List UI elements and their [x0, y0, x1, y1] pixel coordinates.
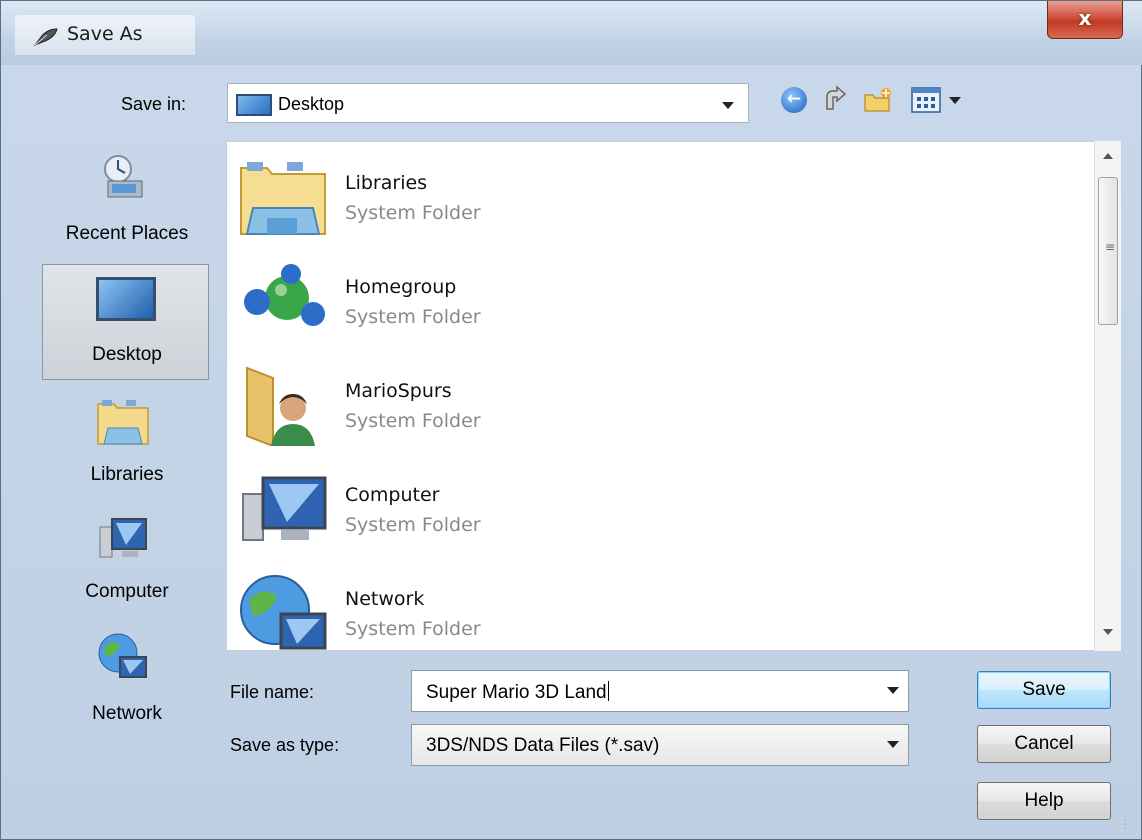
up-folder-icon[interactable]	[821, 83, 851, 113]
new-folder-icon[interactable]	[863, 85, 893, 115]
save-in-label: Save in:	[121, 94, 187, 114]
file-name-value: Super Mario 3D Land	[426, 681, 609, 704]
feather-icon	[33, 28, 58, 47]
place-label: Computer	[85, 581, 169, 602]
place-computer[interactable]: Computer	[42, 513, 209, 613]
network-icon	[240, 575, 327, 650]
views-dropdown-icon[interactable]	[949, 97, 961, 104]
scroll-down-icon[interactable]	[1103, 629, 1113, 635]
scroll-thumb[interactable]: ≡	[1098, 177, 1118, 325]
item-type: System Folder	[345, 514, 481, 536]
desktop-icon	[236, 94, 272, 116]
list-item[interactable]: Network System Folder	[227, 562, 1087, 650]
grip-icon: ≡	[1105, 240, 1116, 254]
place-label: Recent Places	[65, 223, 189, 244]
item-name: Homegroup	[345, 276, 457, 298]
chevron-down-icon[interactable]	[887, 687, 899, 694]
location-text: Desktop	[278, 94, 345, 114]
list-item[interactable]: Libraries System Folder	[227, 146, 1087, 250]
file-name-label: File name:	[230, 682, 315, 702]
computer-icon	[242, 476, 327, 541]
window-title: Save As	[67, 23, 143, 45]
save-as-type-value: 3DS/NDS Data Files (*.sav)	[426, 735, 660, 756]
item-type: System Folder	[345, 306, 481, 328]
item-type: System Folder	[345, 618, 481, 640]
vertical-scrollbar[interactable]: ≡	[1094, 141, 1121, 651]
place-libraries[interactable]: Libraries	[42, 396, 209, 496]
text-caret	[607, 681, 609, 701]
place-label: Network	[92, 703, 162, 724]
title-bar[interactable]: Save As x	[1, 1, 1142, 65]
save-button[interactable]: Save	[977, 671, 1111, 709]
location-combo[interactable]: Desktop	[227, 83, 749, 123]
item-name: MarioSpurs	[345, 380, 452, 402]
help-button[interactable]: Help	[977, 782, 1111, 820]
network-icon	[98, 633, 147, 678]
place-recent-places[interactable]: Recent Places	[42, 151, 209, 251]
scroll-up-icon[interactable]	[1103, 153, 1113, 159]
file-name-text: Super Mario 3D Land	[426, 682, 607, 703]
libraries-folder-icon	[240, 162, 326, 235]
chevron-down-icon[interactable]	[887, 741, 899, 748]
item-type: System Folder	[345, 202, 481, 224]
libraries-icon	[97, 400, 149, 445]
save-as-type-select[interactable]: 3DS/NDS Data Files (*.sav)	[411, 724, 909, 766]
desktop-icon	[96, 277, 156, 321]
close-button[interactable]: x	[1047, 1, 1123, 39]
save-as-dialog: Save As x Save in: Desktop ← Recent Plac…	[0, 0, 1142, 840]
place-label: Libraries	[90, 464, 164, 485]
place-network[interactable]: Network	[42, 631, 209, 731]
item-type: System Folder	[345, 410, 481, 432]
file-name-field[interactable]: Super Mario 3D Land	[411, 670, 909, 712]
save-as-type-label: Save as type:	[230, 735, 340, 755]
item-name: Libraries	[345, 172, 428, 194]
place-label: Desktop	[92, 344, 162, 365]
item-name: Computer	[345, 484, 440, 506]
back-icon[interactable]: ←	[781, 87, 807, 113]
user-folder-icon	[246, 366, 315, 446]
list-item[interactable]: MarioSpurs System Folder	[227, 354, 1087, 458]
list-item[interactable]: Computer System Folder	[227, 458, 1087, 562]
resize-grip-icon[interactable]: ⋮	[1119, 817, 1131, 831]
recent-places-icon	[104, 155, 143, 198]
item-name: Network	[345, 588, 425, 610]
place-desktop[interactable]: Desktop	[42, 271, 209, 371]
file-list[interactable]: Libraries System Folder Homegroup System…	[226, 141, 1121, 651]
computer-icon	[99, 518, 147, 558]
views-menu-icon[interactable]	[911, 87, 941, 113]
homegroup-icon	[244, 264, 325, 326]
cancel-button[interactable]: Cancel	[977, 725, 1111, 763]
list-item[interactable]: Homegroup System Folder	[227, 250, 1087, 354]
chevron-down-icon[interactable]	[722, 102, 734, 109]
